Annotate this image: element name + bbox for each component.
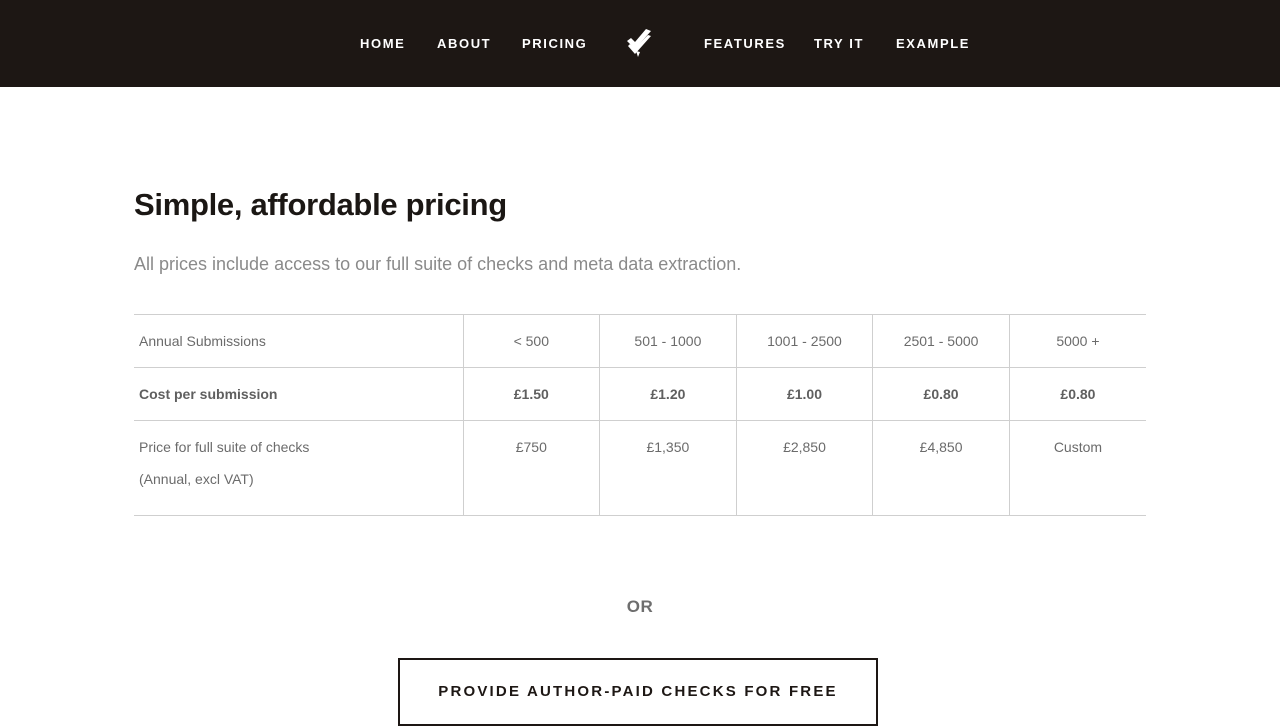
nav-link-home[interactable]: HOME <box>360 34 405 54</box>
nav-link-features[interactable]: FEATURES <box>704 34 786 54</box>
or-divider-text: OR <box>626 597 654 616</box>
page-subtitle: All prices include access to our full su… <box>134 254 742 274</box>
table-cell: 2501 - 5000 <box>872 314 1010 368</box>
row-label: Price for full suite of checks (Annual, … <box>134 420 463 516</box>
table-cell: £1.00 <box>735 367 873 421</box>
row-label: Cost per submission <box>134 367 463 421</box>
nav-link-pricing[interactable]: PRICING <box>522 34 587 54</box>
author-paid-checks-button[interactable]: PROVIDE AUTHOR-PAID CHECKS FOR FREE <box>398 658 878 726</box>
table-cell: £1.50 <box>462 367 600 421</box>
table-cell: £1,350 <box>599 420 737 516</box>
row-label-note: (Annual, excl VAT) <box>139 471 254 487</box>
table-cell: £0.80 <box>1008 367 1146 421</box>
top-navbar: HOME ABOUT PRICING FEATURES TRY IT EXAMP… <box>0 0 1280 87</box>
table-cell: £0.80 <box>872 367 1010 421</box>
nav-link-try-it[interactable]: TRY IT <box>814 34 864 54</box>
table-cell: £750 <box>462 420 600 516</box>
row-label-main: Price for full suite of checks <box>139 439 310 455</box>
table-row-annual-submissions: Annual Submissions < 500 501 - 1000 1001… <box>134 314 1146 368</box>
table-cell: Custom <box>1008 420 1146 516</box>
page-title: Simple, affordable pricing <box>134 187 507 222</box>
table-cell: £1.20 <box>599 367 737 421</box>
table-row-cost-per-submission: Cost per submission £1.50 £1.20 £1.00 £0… <box>134 367 1146 421</box>
checkmark-logo-icon[interactable] <box>624 27 654 59</box>
table-cell: £2,850 <box>735 420 873 516</box>
table-cell: < 500 <box>462 314 600 368</box>
table-cell: 501 - 1000 <box>599 314 737 368</box>
table-cell: £4,850 <box>872 420 1010 516</box>
row-label: Annual Submissions <box>134 314 463 368</box>
table-cell: 5000 + <box>1008 314 1146 368</box>
pricing-table: Annual Submissions < 500 501 - 1000 1001… <box>134 314 1146 516</box>
nav-link-about[interactable]: ABOUT <box>437 34 491 54</box>
nav-link-example[interactable]: EXAMPLE <box>896 34 970 54</box>
table-row-full-suite-price: Price for full suite of checks (Annual, … <box>134 420 1146 516</box>
table-cell: 1001 - 2500 <box>735 314 873 368</box>
